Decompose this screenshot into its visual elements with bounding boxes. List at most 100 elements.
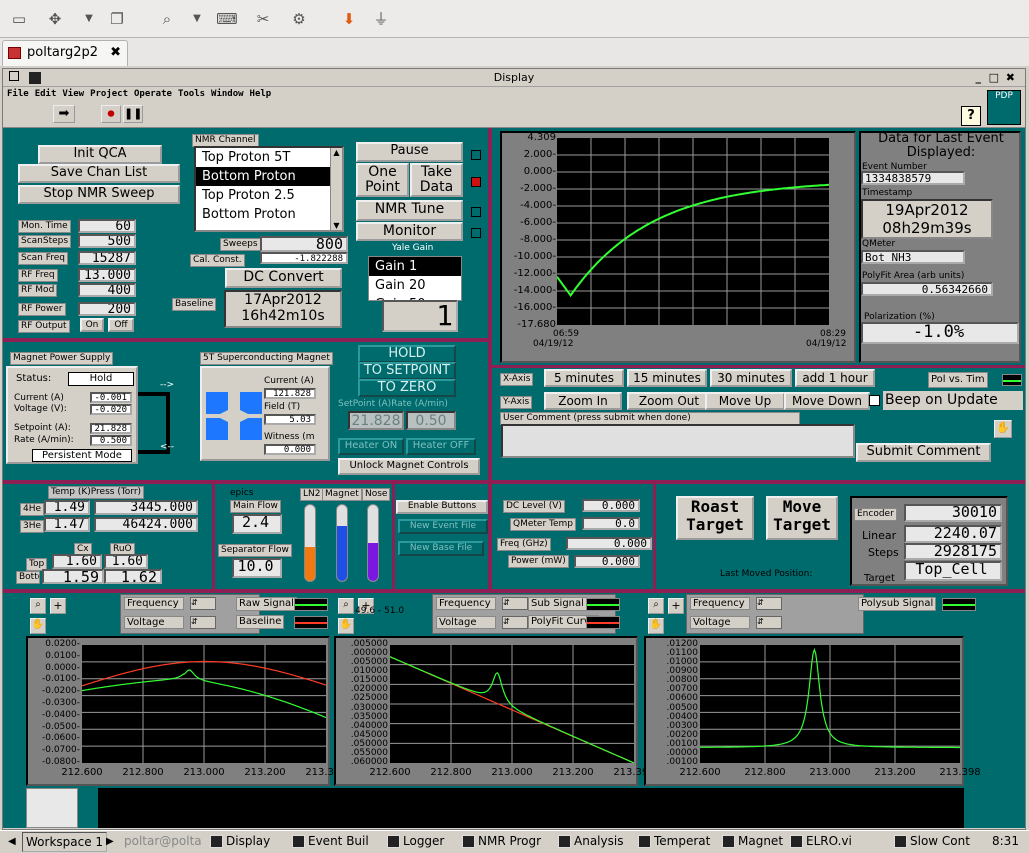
chevron-down-icon[interactable]: ▼ [78, 9, 100, 29]
menu-operate[interactable]: Operate [134, 89, 172, 99]
x-format-icon[interactable]: ⇵ [190, 597, 216, 610]
y-axis-button[interactable]: Move Down [784, 392, 870, 410]
zoom-icon[interactable]: ⌕ [156, 9, 178, 29]
one-point-button[interactable]: One Point [356, 163, 409, 197]
x-axis-button[interactable]: 15 minutes [627, 369, 707, 387]
menu-view[interactable]: View [62, 89, 84, 99]
rf-off-button[interactable]: Off [108, 318, 134, 332]
move-target-button[interactable]: Move Target [766, 496, 838, 540]
crosshair-icon[interactable]: + [50, 598, 66, 614]
scroll-down-icon[interactable]: ▼ [331, 221, 342, 230]
close-icon[interactable]: ✖ [110, 41, 121, 65]
y-select[interactable]: Voltage [436, 616, 496, 629]
x-axis-button[interactable]: 5 minutes [544, 369, 624, 387]
zoom-icon[interactable]: ⌕ [648, 598, 664, 614]
hand-tool-icon[interactable]: ✋ [648, 618, 664, 634]
windows-icon[interactable]: ❐ [106, 9, 128, 29]
taskbar-item[interactable]: Logger [385, 832, 457, 852]
workspace-switcher[interactable]: Workspace 1 [22, 832, 108, 852]
gear-icon[interactable]: ⚙ [288, 9, 310, 29]
y-format-icon[interactable]: ⇵ [502, 616, 528, 629]
plug-icon[interactable]: ⏚ [370, 9, 392, 29]
dc-convert-button[interactable]: DC Convert [225, 268, 342, 288]
gain-item[interactable]: Gain 20 [369, 276, 461, 295]
nmr-channel-list[interactable]: Top Proton 5T Bottom Proton Top Proton 2.5… [194, 146, 344, 232]
run-arrow-icon[interactable]: ➡ [53, 105, 75, 123]
x-axis-button[interactable]: add 1 hour [795, 369, 875, 387]
enable-buttons-button[interactable]: Enable Buttons [396, 500, 488, 514]
x-format-icon[interactable]: ⇵ [502, 597, 528, 610]
nmr-tune-button[interactable]: NMR Tune [356, 200, 463, 221]
maximize-icon[interactable]: □ [989, 69, 999, 87]
taskbar-item[interactable]: Temperat [636, 832, 716, 852]
pause-icon[interactable]: ❚❚ [123, 105, 143, 123]
menu-window[interactable]: Window [211, 89, 244, 99]
yale-gain-list[interactable]: Gain 1Gain 20Gain 50 [368, 256, 462, 301]
hand-tool-icon[interactable]: ✋ [338, 618, 354, 634]
y-format-icon[interactable]: ⇵ [190, 616, 216, 629]
crosshair-icon[interactable]: + [668, 598, 684, 614]
zoom-icon[interactable]: ⌕ [338, 598, 354, 614]
x-axis-button[interactable]: 30 minutes [710, 369, 792, 387]
scrollbar[interactable]: ▲ ▼ [330, 148, 342, 230]
taskbar-item[interactable]: ELRO.vi [788, 832, 888, 852]
taskbar-item[interactable]: Slow Cont [892, 832, 974, 852]
menu-tools[interactable]: Tools [178, 89, 205, 99]
y-select[interactable]: Voltage [124, 616, 184, 629]
monitor-button[interactable]: Monitor [356, 222, 463, 241]
workspace-prev-icon[interactable]: ◀ [6, 832, 16, 852]
x-select[interactable]: Frequency [124, 597, 184, 610]
tab-poltarg2p2[interactable]: poltarg2p2 ✖ [2, 40, 128, 66]
hand-tool-icon[interactable]: ✋ [994, 420, 1012, 438]
taskbar-item[interactable]: Analysis [556, 832, 634, 852]
heater-off-button[interactable]: Heater OFF [406, 438, 476, 455]
to-zero-button[interactable]: TO ZERO [358, 379, 456, 397]
hold-button[interactable]: HOLD [358, 345, 456, 363]
taskbar-item[interactable]: Display [208, 832, 288, 852]
x-format-icon[interactable]: ⇵ [756, 597, 782, 610]
window-icon[interactable]: ▭ [8, 9, 30, 29]
system-menu-icon[interactable] [9, 71, 19, 81]
menu-edit[interactable]: Edit [35, 89, 57, 99]
taskbar-item[interactable]: NMR Progr [460, 832, 552, 852]
close-window-icon[interactable]: ✖ [1006, 69, 1015, 87]
hand-tool-icon[interactable]: ✋ [30, 618, 46, 634]
init-qca-button[interactable]: Init QCA [38, 145, 162, 164]
minimize-icon[interactable]: _ [976, 69, 982, 87]
tools-icon[interactable]: ✂ [252, 9, 274, 29]
x-select[interactable]: Frequency [690, 597, 750, 610]
pause-button[interactable]: Pause [356, 142, 463, 162]
taskbar-item[interactable]: Magnet Co [720, 832, 786, 852]
menu-help[interactable]: Help [250, 89, 272, 99]
to-setpoint-button[interactable]: TO SETPOINT [358, 362, 456, 380]
save-chan-list-button[interactable]: Save Chan List [18, 164, 180, 183]
keyboard-icon[interactable]: ⌨ [216, 9, 238, 29]
new-base-file-button[interactable]: New Base File [398, 541, 484, 556]
taskbar-item[interactable]: poltar@polta [122, 832, 202, 852]
heater-on-button[interactable]: Heater ON [338, 438, 404, 455]
nmr-channel-item[interactable]: Top Proton 2.5 [196, 186, 330, 205]
y-axis-button[interactable]: Move Up [705, 392, 785, 410]
user-comment-input[interactable] [501, 424, 855, 458]
y-axis-button[interactable]: Zoom Out [627, 392, 711, 410]
nmr-channel-item[interactable]: Bottom Proton [196, 167, 330, 186]
zoom-icon[interactable]: ⌕ [30, 598, 46, 614]
take-data-button[interactable]: Take Data [410, 163, 463, 197]
y-select[interactable]: Voltage [690, 616, 750, 629]
x-select[interactable]: Frequency [436, 597, 496, 610]
menu-file[interactable]: File [7, 89, 29, 99]
nmr-channel-item[interactable]: Top Proton 5T [196, 148, 330, 167]
submit-comment-button[interactable]: Submit Comment [856, 443, 991, 462]
move-icon[interactable]: ✥ [44, 9, 66, 29]
y-format-icon[interactable]: ⇵ [756, 616, 782, 629]
unlock-magnet-button[interactable]: Unlock Magnet Controls [338, 458, 480, 475]
pin-icon[interactable]: ⬇ [338, 9, 360, 29]
chevron-down-icon[interactable]: ▼ [186, 9, 208, 29]
abort-icon[interactable]: ⏺ [101, 105, 121, 123]
gain-item[interactable]: Gain 1 [369, 257, 461, 276]
nmr-channel-item[interactable]: Bottom Proton [196, 205, 330, 224]
y-axis-button[interactable]: Zoom In [544, 392, 622, 410]
scroll-up-icon[interactable]: ▲ [331, 148, 342, 157]
help-icon[interactable]: ? [961, 106, 981, 126]
roast-target-button[interactable]: Roast Target [676, 496, 754, 540]
